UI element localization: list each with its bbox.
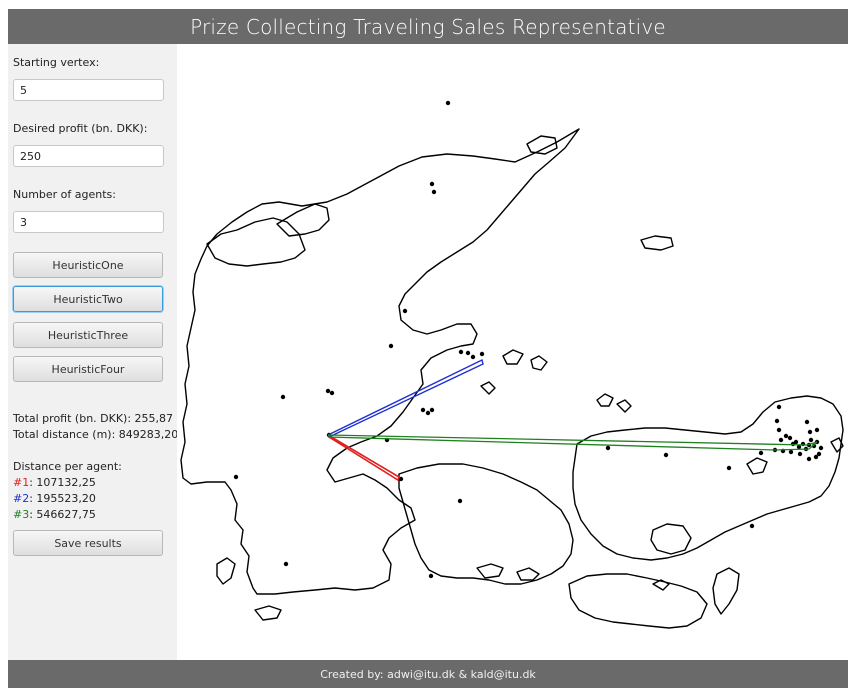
map-canvas[interactable] (177, 44, 848, 660)
heuristic-two-button[interactable]: HeuristicTwo (13, 286, 163, 312)
zealand-coastline (572, 395, 844, 561)
distance-per-agent-label: Distance per agent: (13, 460, 122, 473)
agent-distance: : 107132,25 (29, 476, 96, 489)
desired-profit-label: Desired profit (bn. DKK): (13, 122, 148, 135)
agent-tag: #1 (13, 476, 30, 489)
starting-vertex-label: Starting vertex: (13, 56, 100, 69)
agent-distance-row: #3: 546627,75 (13, 508, 96, 521)
agent-distance-row: #1: 107132,25 (13, 476, 96, 489)
lolland-coastline (568, 573, 708, 629)
number-of-agents-input[interactable] (13, 211, 164, 233)
save-results-button[interactable]: Save results (13, 530, 163, 556)
total-profit: Total profit (bn. DKK): 255,87 (13, 412, 174, 425)
heuristic-four-button[interactable]: HeuristicFour (13, 356, 163, 382)
city-dots (233, 100, 824, 579)
number-of-agents-label: Number of agents: (13, 188, 116, 201)
sidebar: Starting vertex: Desired profit (bn. DKK… (8, 44, 179, 660)
denmark-map (180, 100, 844, 629)
heuristic-one-button[interactable]: HeuristicOne (13, 252, 163, 278)
agent-2-route (327, 358, 484, 438)
agent-tag: #3 (13, 508, 30, 521)
agent-distance: : 546627,75 (29, 508, 96, 521)
starting-vertex-input[interactable] (13, 79, 164, 101)
desired-profit-input[interactable] (13, 145, 164, 167)
agent-3-route (327, 434, 818, 451)
agent-distance: : 195523,20 (29, 492, 96, 505)
heuristic-three-button[interactable]: HeuristicThree (13, 322, 163, 348)
footer-credits: Created by: adwi@itu.dk & kald@itu.dk (8, 660, 848, 688)
app-title: Prize Collecting Traveling Sales Represe… (8, 9, 848, 44)
total-distance: Total distance (m): 849283,20 (13, 428, 179, 441)
agent-distance-row: #2: 195523,20 (13, 492, 96, 505)
agent-tag: #2 (13, 492, 30, 505)
